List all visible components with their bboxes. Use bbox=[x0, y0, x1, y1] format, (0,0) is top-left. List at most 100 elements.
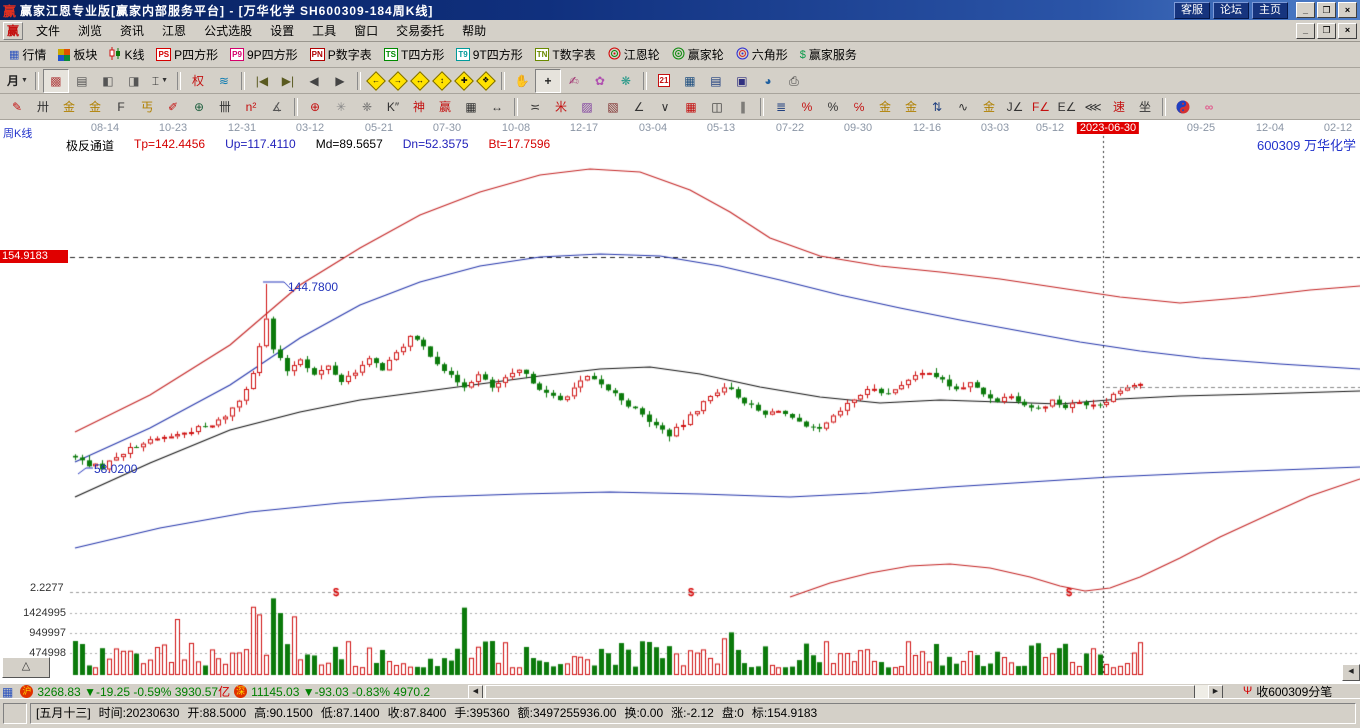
kline-button[interactable]: K线 bbox=[104, 44, 149, 66]
e-line-icon[interactable]: E∠ bbox=[1054, 95, 1080, 119]
forum-button[interactable]: 论坛 bbox=[1213, 1, 1249, 19]
menu-help[interactable]: 帮助 bbox=[453, 20, 495, 41]
stats-column-icon[interactable]: ≣ bbox=[768, 95, 794, 119]
first-screen-icon[interactable]: |◀ bbox=[249, 69, 275, 93]
child-minimize-button[interactable]: _ bbox=[1296, 22, 1315, 39]
child-restore-button[interactable]: ❐ bbox=[1317, 22, 1336, 39]
full-chart-diamond[interactable]: ❖ bbox=[476, 70, 496, 91]
pattern-brain-icon[interactable]: ❋ bbox=[613, 69, 639, 93]
shenzhen-index-icon[interactable]: 深 bbox=[234, 685, 248, 698]
close-button[interactable]: × bbox=[1338, 2, 1357, 18]
minute-table-icon[interactable]: ▦ bbox=[2, 686, 13, 698]
child-close-button[interactable]: × bbox=[1338, 22, 1357, 39]
menu-settings[interactable]: 设置 bbox=[261, 20, 303, 41]
zoom-all-diamond[interactable]: ✚ bbox=[454, 70, 474, 91]
wave-ruler-icon[interactable]: ∿ bbox=[950, 95, 976, 119]
n-square-icon[interactable]: n² bbox=[238, 95, 264, 119]
next-screen-icon[interactable]: ▶ bbox=[327, 69, 353, 93]
chart-globe-icon[interactable]: ◕ bbox=[755, 69, 781, 93]
flower-mark-icon[interactable]: ✿ bbox=[587, 69, 613, 93]
menu-gann[interactable]: 江恩 bbox=[153, 20, 195, 41]
parallel-icon[interactable]: ∥ bbox=[730, 95, 756, 119]
k-quote-icon[interactable]: K″ bbox=[380, 95, 406, 119]
draw-pen-icon[interactable]: ✎ bbox=[4, 95, 30, 119]
minimize-button[interactable]: _ bbox=[1296, 2, 1315, 18]
gold-fence-icon[interactable]: 金 bbox=[56, 95, 82, 119]
restore-button[interactable]: ❐ bbox=[1317, 2, 1336, 18]
gold-fence-2-icon[interactable]: 金 bbox=[82, 95, 108, 119]
candle-style-dropdown[interactable]: ⌶ ▼ bbox=[147, 69, 173, 93]
notes-icon[interactable]: ▤ bbox=[703, 69, 729, 93]
t-number-table-button[interactable]: TN T数字表 bbox=[530, 44, 601, 66]
gold-trend-icon[interactable]: 金 bbox=[976, 95, 1002, 119]
red-grid-icon[interactable]: ▦ bbox=[678, 95, 704, 119]
winner-wheel-button[interactable]: 赢家轮 bbox=[667, 44, 729, 66]
menu-trade-order[interactable]: 交易委托 bbox=[387, 20, 453, 41]
gold-circle-icon[interactable]: 金 bbox=[872, 95, 898, 119]
fit-width-diamond[interactable]: ↔ bbox=[410, 70, 430, 91]
pan-hand-icon[interactable]: ✋ bbox=[509, 69, 535, 93]
market-quotes-button[interactable]: ▦ 行情 bbox=[4, 44, 51, 66]
fence-dense-icon[interactable]: 卌 bbox=[212, 95, 238, 119]
compressed-kline-icon[interactable]: ▩ bbox=[42, 68, 69, 93]
speed-line-icon[interactable]: ⋘ bbox=[1080, 95, 1106, 119]
gann-wheel-button[interactable]: 江恩轮 bbox=[603, 44, 665, 66]
dark-box-icon[interactable]: ▧ bbox=[600, 95, 626, 119]
gann-fence-icon[interactable]: 卅 bbox=[30, 95, 56, 119]
star-wheel-icon[interactable]: ✳ bbox=[328, 95, 354, 119]
updown-icon[interactable]: ⇅ bbox=[924, 95, 950, 119]
menu-file[interactable]: 文件 bbox=[27, 20, 69, 41]
menu-news[interactable]: 资讯 bbox=[111, 20, 153, 41]
grid-star-icon[interactable]: ❈ bbox=[354, 95, 380, 119]
percent-icon[interactable]: % bbox=[820, 95, 846, 119]
kline-chart-canvas[interactable] bbox=[0, 120, 1360, 683]
menu-browse[interactable]: 浏览 bbox=[69, 20, 111, 41]
scroll-left-button[interactable]: ◀ bbox=[468, 685, 483, 699]
scrollbar-thumb[interactable] bbox=[485, 685, 1195, 699]
scrollbar-track[interactable] bbox=[483, 685, 1208, 699]
angle-rays-icon[interactable]: ∠ bbox=[626, 95, 652, 119]
shen-icon[interactable]: 神 bbox=[406, 95, 432, 119]
prev-screen-icon[interactable]: ◀ bbox=[301, 69, 327, 93]
last-screen-icon[interactable]: ▶| bbox=[275, 69, 301, 93]
zoom-in-x-diamond[interactable]: → bbox=[388, 70, 408, 91]
taiji-icon[interactable] bbox=[1170, 95, 1196, 119]
menu-formula-stock-pick[interactable]: 公式选股 bbox=[195, 20, 261, 41]
fit-height-diamond[interactable]: ↕ bbox=[432, 70, 452, 91]
colorful-kline-icon[interactable]: ≋ bbox=[211, 69, 237, 93]
globe-grid-icon[interactable]: ⊕ bbox=[186, 95, 212, 119]
period-month-dropdown[interactable]: 月 ▼ bbox=[4, 69, 31, 93]
p-number-table-button[interactable]: PN P数字表 bbox=[305, 44, 377, 66]
nine-p-square-button[interactable]: P9 9P四方形 bbox=[225, 44, 302, 66]
gold-level-icon[interactable]: 金 bbox=[898, 95, 924, 119]
volume-pane-toggle-button[interactable]: △ bbox=[2, 657, 50, 678]
grid-123-icon[interactable]: ▦ bbox=[458, 95, 484, 119]
brush-icon[interactable]: ✐ bbox=[160, 95, 186, 119]
zoom-out-x-diamond[interactable]: ← bbox=[366, 70, 386, 91]
pct-tower-icon[interactable]: % bbox=[794, 95, 820, 119]
pane-nav-button[interactable]: ◀ bbox=[1342, 664, 1360, 681]
scroll-right-button[interactable]: ▶ bbox=[1208, 685, 1223, 699]
p-square-button[interactable]: PS P四方形 bbox=[151, 44, 223, 66]
f-fence-icon[interactable]: F bbox=[108, 95, 134, 119]
menu-tools[interactable]: 工具 bbox=[303, 20, 345, 41]
pillar-icon[interactable]: ≍ bbox=[522, 95, 548, 119]
spin-wheel-icon[interactable]: ⊕ bbox=[302, 95, 328, 119]
shade-box-icon[interactable]: ▨ bbox=[574, 95, 600, 119]
rays-icon[interactable]: 米 bbox=[548, 95, 574, 119]
shanghai-index-icon[interactable]: 沪 bbox=[20, 685, 34, 698]
dark-grid-icon[interactable]: ◫ bbox=[704, 95, 730, 119]
print-icon[interactable]: ⎙ bbox=[781, 69, 807, 93]
nine-t-square-button[interactable]: T9 9T四方形 bbox=[451, 44, 527, 66]
win-icon[interactable]: 赢 bbox=[432, 95, 458, 119]
zoom-select-icon[interactable]: ✍ bbox=[561, 69, 587, 93]
hexagon-button[interactable]: 六角形 bbox=[731, 44, 793, 66]
calendar-21-icon[interactable]: 21 bbox=[651, 69, 677, 93]
axis-coord-icon[interactable]: 坐 bbox=[1132, 95, 1158, 119]
restore-rights-icon[interactable]: 权 bbox=[185, 69, 211, 93]
menu-window[interactable]: 窗口 bbox=[345, 20, 387, 41]
winner-service-button[interactable]: $ 赢家服务 bbox=[795, 44, 862, 66]
angle-a-icon[interactable]: ∡ bbox=[264, 95, 290, 119]
red-pct-line-icon[interactable]: ℅ bbox=[846, 95, 872, 119]
customer-service-button[interactable]: 客服 bbox=[1174, 1, 1210, 19]
